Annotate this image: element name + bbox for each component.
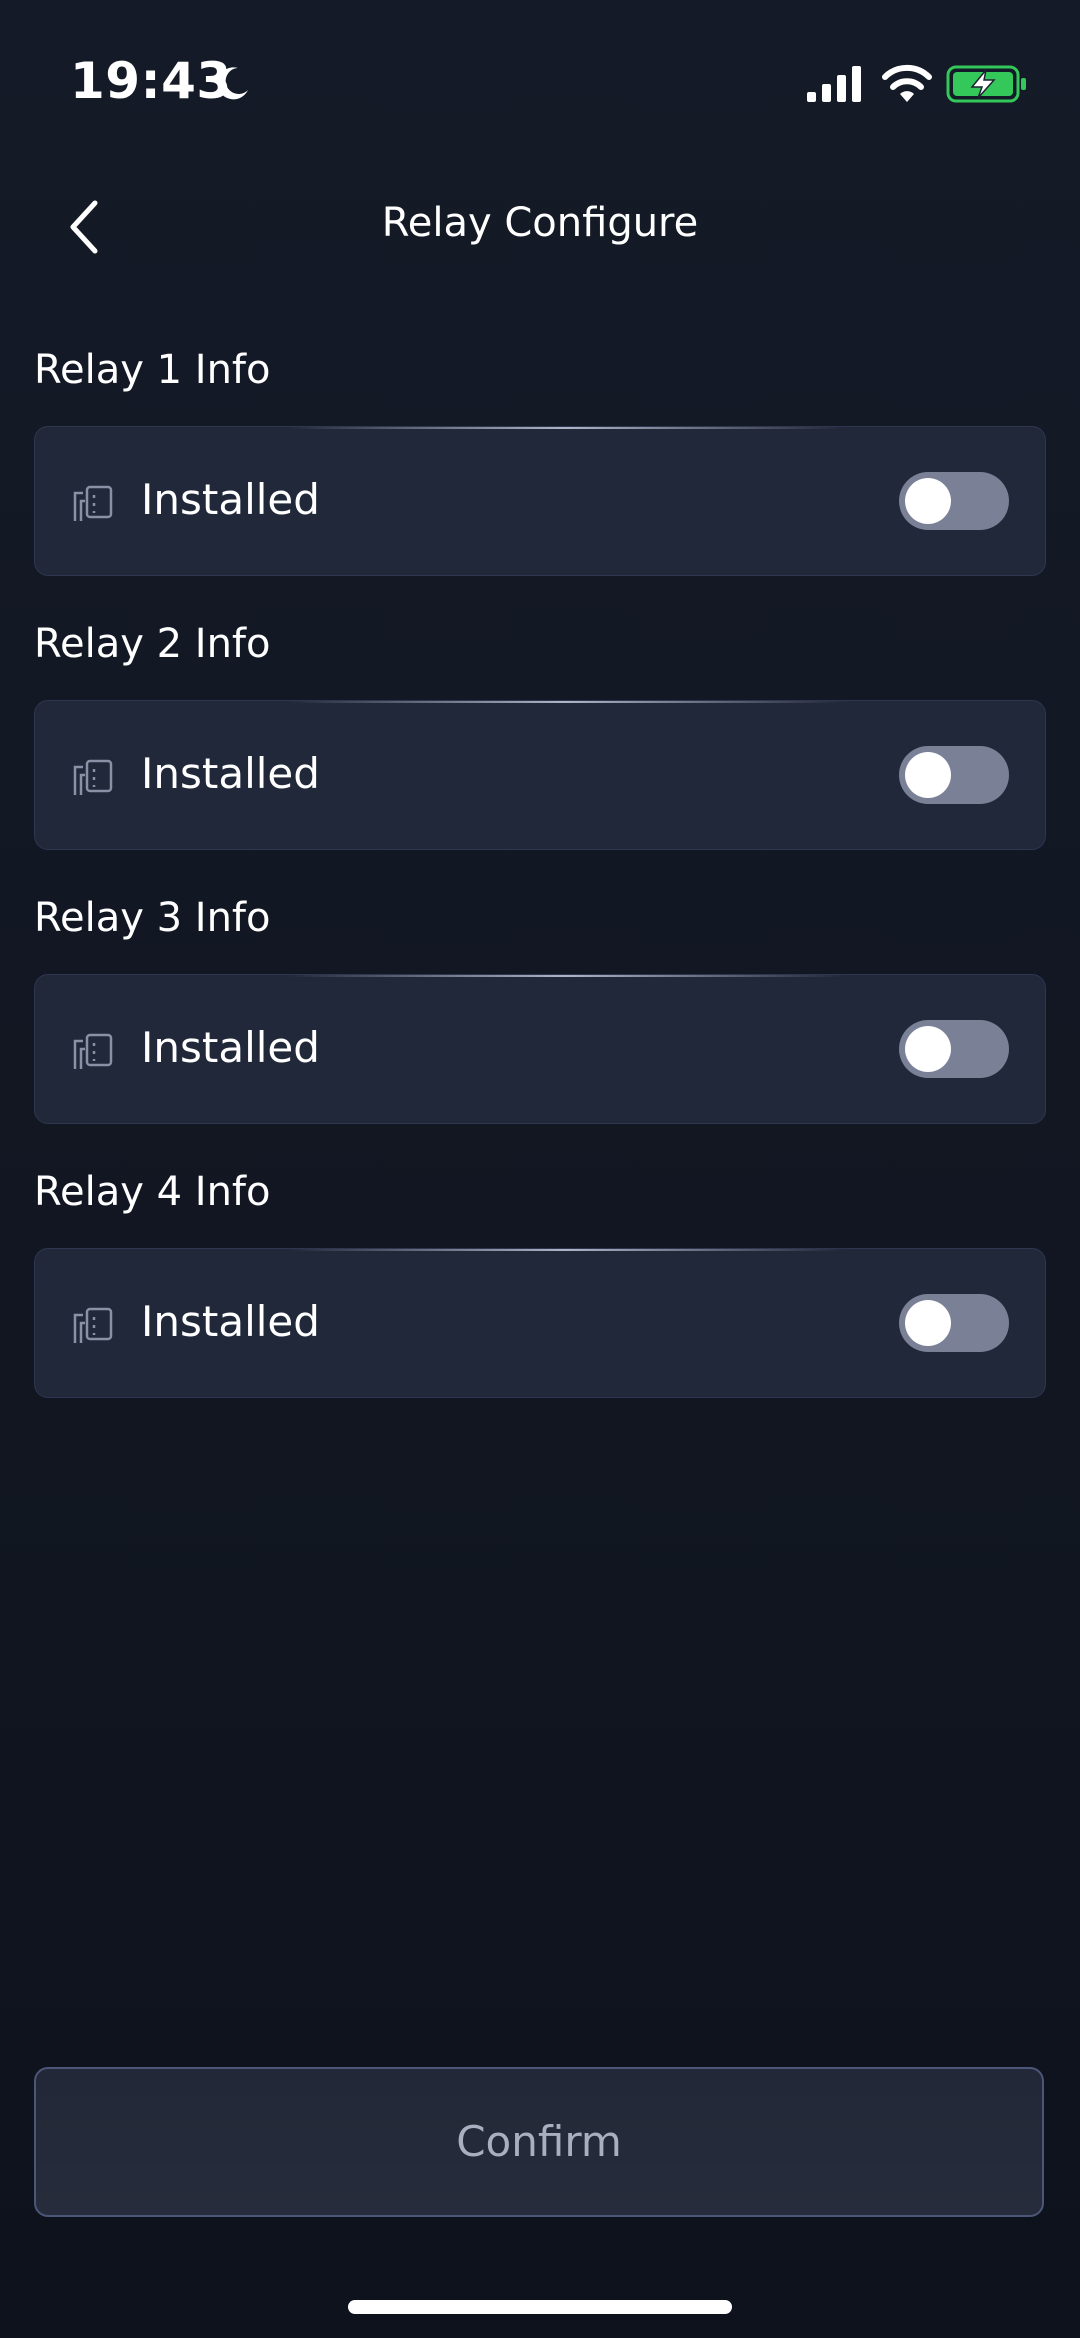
wifi-icon bbox=[882, 64, 932, 102]
relay-3-installed-toggle[interactable] bbox=[899, 1020, 1009, 1078]
relay-installed-label: Installed bbox=[141, 749, 320, 798]
relay-configure-screen: 19:43 Relay Configure Relay 1 Info Insta… bbox=[0, 0, 1080, 2338]
relay-card: Installed bbox=[34, 426, 1046, 576]
status-bar: 19:43 bbox=[0, 0, 1080, 170]
toggle-knob bbox=[905, 1026, 951, 1072]
status-time: 19:43 bbox=[70, 52, 232, 110]
confirm-button[interactable]: Confirm bbox=[34, 2067, 1044, 2217]
relay-module-icon bbox=[73, 759, 113, 795]
relay-installed-label: Installed bbox=[141, 1297, 320, 1346]
relay-card: Installed bbox=[34, 974, 1046, 1124]
section-title: Relay 4 Info bbox=[34, 1169, 271, 1215]
relay-section-2: Relay 2 Info Installed bbox=[34, 604, 1046, 878]
relay-installed-label: Installed bbox=[141, 475, 320, 524]
battery-charging-icon bbox=[946, 65, 1026, 103]
toggle-knob bbox=[905, 478, 951, 524]
relay-section-4: Relay 4 Info Installed bbox=[34, 1152, 1046, 1426]
header: Relay Configure bbox=[0, 180, 1080, 270]
section-title: Relay 2 Info bbox=[34, 621, 271, 667]
relay-installed-label: Installed bbox=[141, 1023, 320, 1072]
relay-1-installed-toggle[interactable] bbox=[899, 472, 1009, 530]
page-title: Relay Configure bbox=[381, 200, 699, 246]
section-title: Relay 1 Info bbox=[34, 347, 271, 393]
relay-module-icon bbox=[73, 1307, 113, 1343]
relay-module-icon bbox=[73, 1033, 113, 1069]
cellular-signal-icon bbox=[807, 66, 861, 102]
section-title: Relay 3 Info bbox=[34, 895, 271, 941]
relay-4-installed-toggle[interactable] bbox=[899, 1294, 1009, 1352]
relay-list: Relay 1 Info Installed Relay 2 Info Inst… bbox=[34, 330, 1046, 1426]
relay-2-installed-toggle[interactable] bbox=[899, 746, 1009, 804]
relay-section-3: Relay 3 Info Installed bbox=[34, 878, 1046, 1152]
moon-icon bbox=[217, 67, 248, 100]
relay-card: Installed bbox=[34, 700, 1046, 850]
relay-module-icon bbox=[73, 485, 113, 521]
relay-card: Installed bbox=[34, 1248, 1046, 1398]
toggle-knob bbox=[905, 752, 951, 798]
home-indicator bbox=[348, 2300, 732, 2314]
toggle-knob bbox=[905, 1300, 951, 1346]
relay-section-1: Relay 1 Info Installed bbox=[34, 330, 1046, 604]
